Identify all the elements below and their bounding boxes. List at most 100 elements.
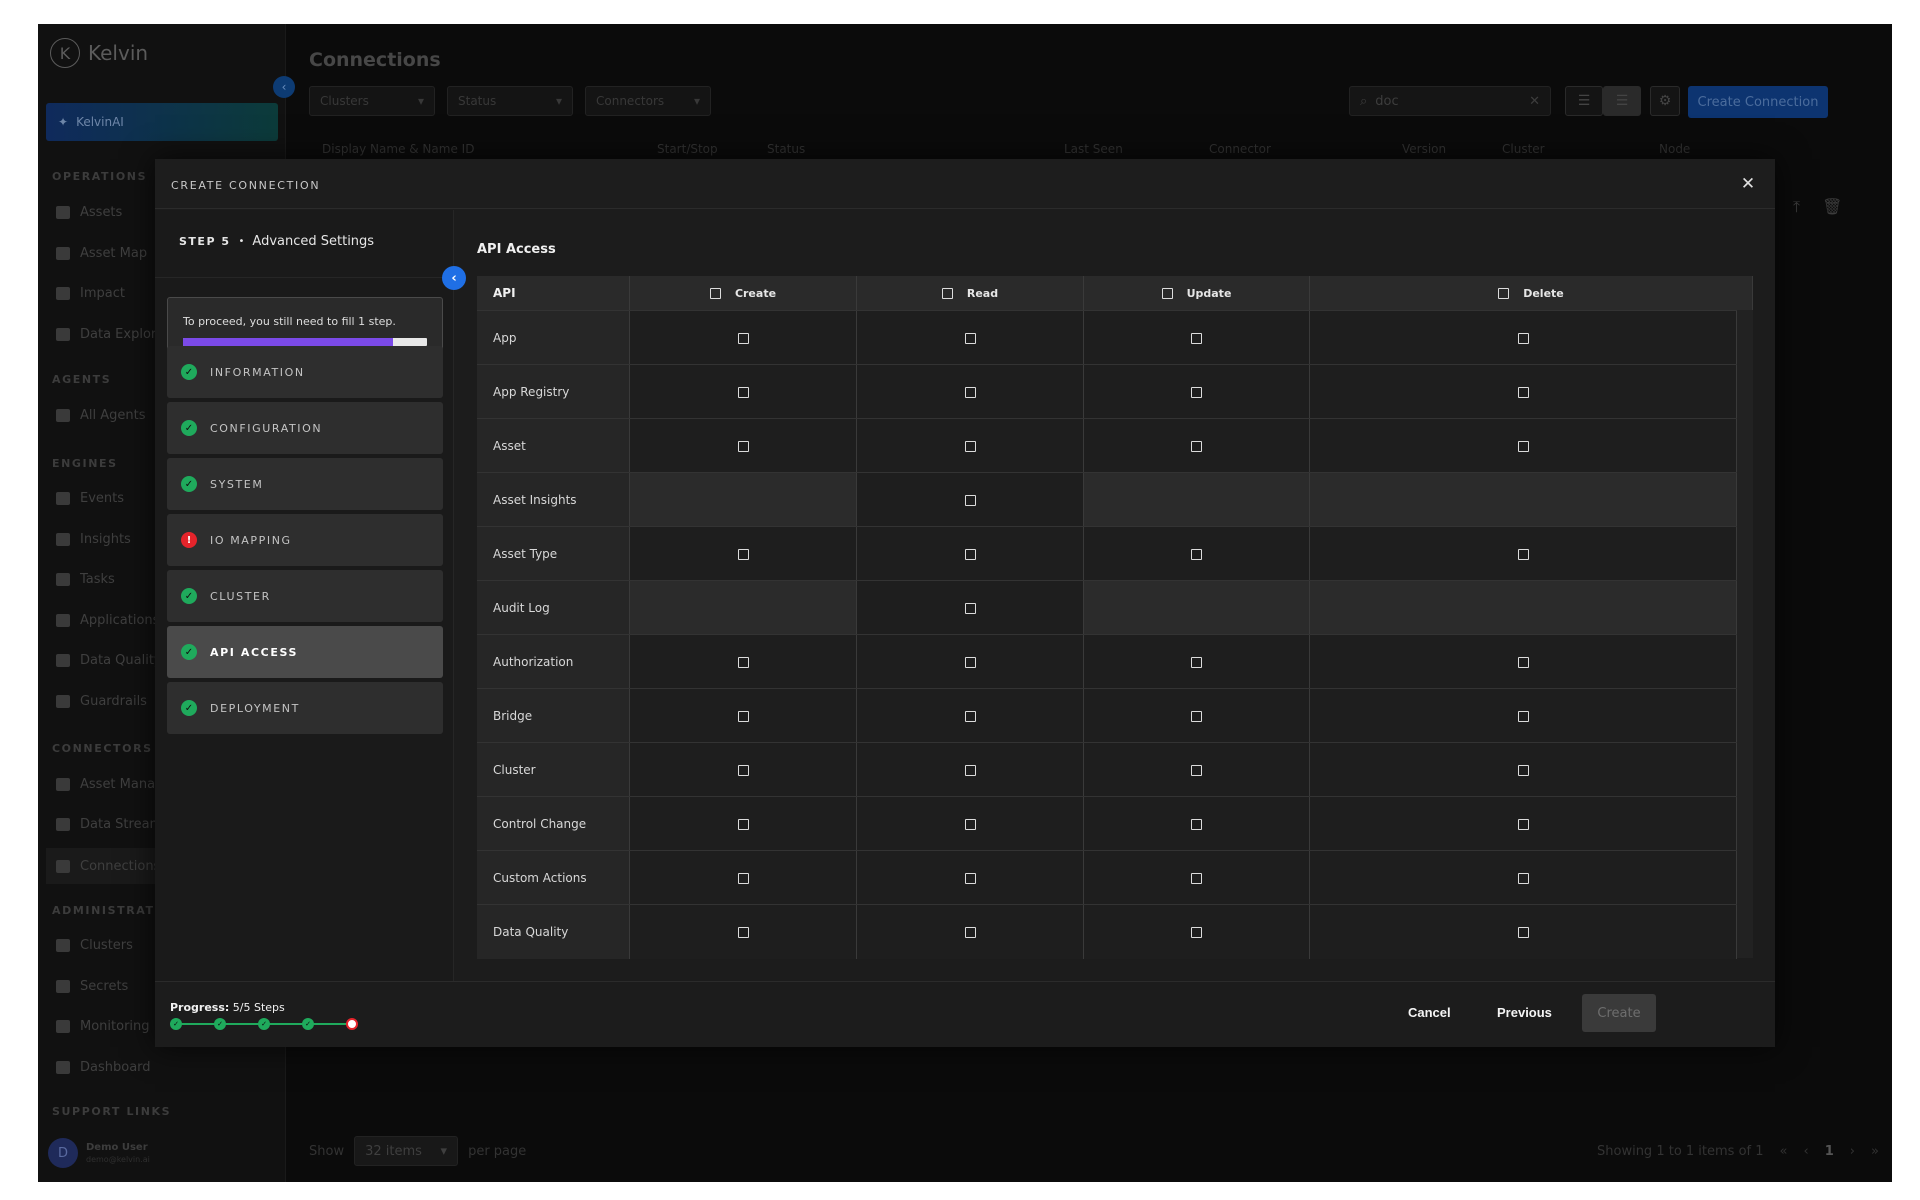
sidebar-item-all-agents[interactable]: All Agents — [56, 404, 146, 426]
sidebar-item-data-streams[interactable]: Data Stream — [56, 813, 162, 835]
sidebar-item-insights[interactable]: Insights — [56, 528, 131, 550]
create-permission-checkbox[interactable] — [737, 386, 749, 398]
read-permission-checkbox[interactable] — [964, 440, 976, 452]
filter-clusters[interactable]: Clusters ▾ — [309, 86, 435, 116]
delete-permission-checkbox[interactable] — [1517, 818, 1529, 830]
delete-permission-checkbox[interactable] — [1517, 386, 1529, 398]
previous-button[interactable]: Previous — [1497, 1005, 1552, 1020]
section-agents[interactable]: AGENTS — [52, 373, 111, 386]
last-page-icon[interactable]: » — [1871, 1144, 1879, 1159]
settings-button[interactable]: ⚙ — [1650, 86, 1680, 116]
column-header[interactable]: Node — [1659, 142, 1690, 156]
kelvin-logo[interactable]: K Kelvin — [50, 38, 148, 68]
step-item-information[interactable]: ✓ INFORMATION — [167, 346, 443, 398]
delete-permission-checkbox[interactable] — [1517, 548, 1529, 560]
read-permission-checkbox[interactable] — [964, 548, 976, 560]
upload-icon[interactable]: ⤒ — [1793, 197, 1800, 217]
create-permission-checkbox[interactable] — [737, 926, 749, 938]
create-permission-checkbox[interactable] — [737, 818, 749, 830]
create-permission-checkbox[interactable] — [737, 548, 749, 560]
page-size-select[interactable]: 32 items ▾ — [354, 1136, 459, 1166]
step-item-configuration[interactable]: ✓ CONFIGURATION — [167, 402, 443, 454]
sidebar-item-data-quality[interactable]: Data Quality — [56, 649, 162, 671]
select-all-read-checkbox[interactable] — [941, 287, 953, 299]
update-permission-checkbox[interactable] — [1191, 548, 1202, 560]
cancel-button[interactable]: Cancel — [1408, 1005, 1451, 1020]
clear-search-icon[interactable]: ✕ — [1529, 94, 1540, 109]
read-permission-checkbox[interactable] — [964, 602, 976, 614]
delete-permission-checkbox[interactable] — [1517, 872, 1529, 884]
next-page-icon[interactable]: › — [1850, 1144, 1855, 1159]
sidebar-item-asset-manager[interactable]: Asset Manag — [56, 773, 163, 795]
read-permission-checkbox[interactable] — [964, 494, 976, 506]
column-header[interactable]: Cluster — [1502, 142, 1545, 156]
sidebar-item-secrets[interactable]: Secrets — [56, 975, 128, 997]
read-permission-checkbox[interactable] — [964, 332, 976, 344]
column-header[interactable]: Display Name & Name ID — [322, 142, 474, 156]
update-permission-checkbox[interactable] — [1191, 440, 1202, 452]
update-permission-checkbox[interactable] — [1191, 872, 1202, 884]
collapse-steps-button[interactable]: ‹ — [442, 266, 466, 290]
column-header[interactable]: Start/Stop — [657, 142, 718, 156]
section-operations[interactable]: OPERATIONS — [52, 170, 147, 183]
user-menu[interactable]: D Demo User demo@kelvin.ai — [48, 1138, 150, 1168]
sidebar-collapse-button[interactable]: ‹ — [273, 76, 295, 98]
create-permission-checkbox[interactable] — [737, 656, 749, 668]
read-permission-checkbox[interactable] — [964, 926, 976, 938]
delete-permission-checkbox[interactable] — [1517, 710, 1529, 722]
read-permission-checkbox[interactable] — [964, 764, 976, 776]
step-item-io-mapping[interactable]: ! IO MAPPING — [167, 514, 443, 566]
update-permission-checkbox[interactable] — [1191, 764, 1202, 776]
sidebar-item-clusters[interactable]: Clusters — [56, 934, 133, 956]
select-all-create-checkbox[interactable] — [709, 287, 721, 299]
column-header[interactable]: Connector — [1209, 142, 1271, 156]
read-permission-checkbox[interactable] — [964, 386, 976, 398]
search-input[interactable]: ⌕ doc ✕ — [1349, 86, 1551, 116]
sidebar-item-events[interactable]: Events — [56, 487, 124, 509]
close-button[interactable]: ✕ — [1735, 171, 1761, 197]
kelvin-ai-button[interactable]: ✦ KelvinAI — [46, 103, 278, 141]
sidebar-item-asset-map[interactable]: Asset Map — [56, 242, 147, 264]
update-permission-checkbox[interactable] — [1191, 386, 1202, 398]
column-header[interactable]: Last Seen — [1064, 142, 1123, 156]
sidebar-item-applications[interactable]: Applications — [56, 609, 159, 631]
sidebar-item-tasks[interactable]: Tasks — [56, 568, 115, 590]
create-permission-checkbox[interactable] — [737, 872, 749, 884]
trash-icon[interactable]: 🗑 — [1822, 197, 1842, 217]
create-button[interactable]: Create — [1582, 994, 1656, 1032]
create-connection-button[interactable]: Create Connection — [1688, 86, 1828, 118]
create-permission-checkbox[interactable] — [737, 764, 749, 776]
compact-view-button[interactable]: ☰ — [1565, 86, 1603, 116]
sidebar-item-assets[interactable]: Assets — [56, 201, 122, 223]
update-permission-checkbox[interactable] — [1191, 710, 1202, 722]
first-page-icon[interactable]: « — [1780, 1144, 1788, 1159]
sidebar-item-monitoring[interactable]: Monitoring — [56, 1015, 150, 1037]
filter-status[interactable]: Status ▾ — [447, 86, 573, 116]
filter-connectors[interactable]: Connectors ▾ — [585, 86, 711, 116]
delete-permission-checkbox[interactable] — [1517, 440, 1529, 452]
step-item-api-access[interactable]: ✓ API ACCESS — [167, 626, 443, 678]
create-permission-checkbox[interactable] — [737, 710, 749, 722]
step-item-cluster[interactable]: ✓ CLUSTER — [167, 570, 443, 622]
sidebar-item-guardrails[interactable]: Guardrails — [56, 690, 147, 712]
step-item-system[interactable]: ✓ SYSTEM — [167, 458, 443, 510]
prev-page-icon[interactable]: ‹ — [1803, 1144, 1808, 1159]
update-permission-checkbox[interactable] — [1191, 926, 1202, 938]
select-all-update-checkbox[interactable] — [1161, 287, 1173, 299]
create-permission-checkbox[interactable] — [737, 440, 749, 452]
sidebar-item-impact[interactable]: Impact — [56, 282, 125, 304]
delete-permission-checkbox[interactable] — [1517, 332, 1529, 344]
create-permission-checkbox[interactable] — [737, 332, 749, 344]
page-number[interactable]: 1 — [1825, 1144, 1834, 1159]
sidebar-item-dashboard[interactable]: Dashboard — [56, 1056, 151, 1078]
read-permission-checkbox[interactable] — [964, 872, 976, 884]
list-view-button[interactable]: ☰ — [1603, 86, 1641, 116]
update-permission-checkbox[interactable] — [1191, 332, 1202, 344]
section-connectors[interactable]: CONNECTORS — [52, 742, 153, 755]
section-support-links[interactable]: SUPPORT LINKS — [52, 1105, 171, 1118]
delete-permission-checkbox[interactable] — [1517, 926, 1529, 938]
update-permission-checkbox[interactable] — [1191, 656, 1202, 668]
read-permission-checkbox[interactable] — [964, 656, 976, 668]
select-all-delete-checkbox[interactable] — [1498, 287, 1510, 299]
read-permission-checkbox[interactable] — [964, 818, 976, 830]
